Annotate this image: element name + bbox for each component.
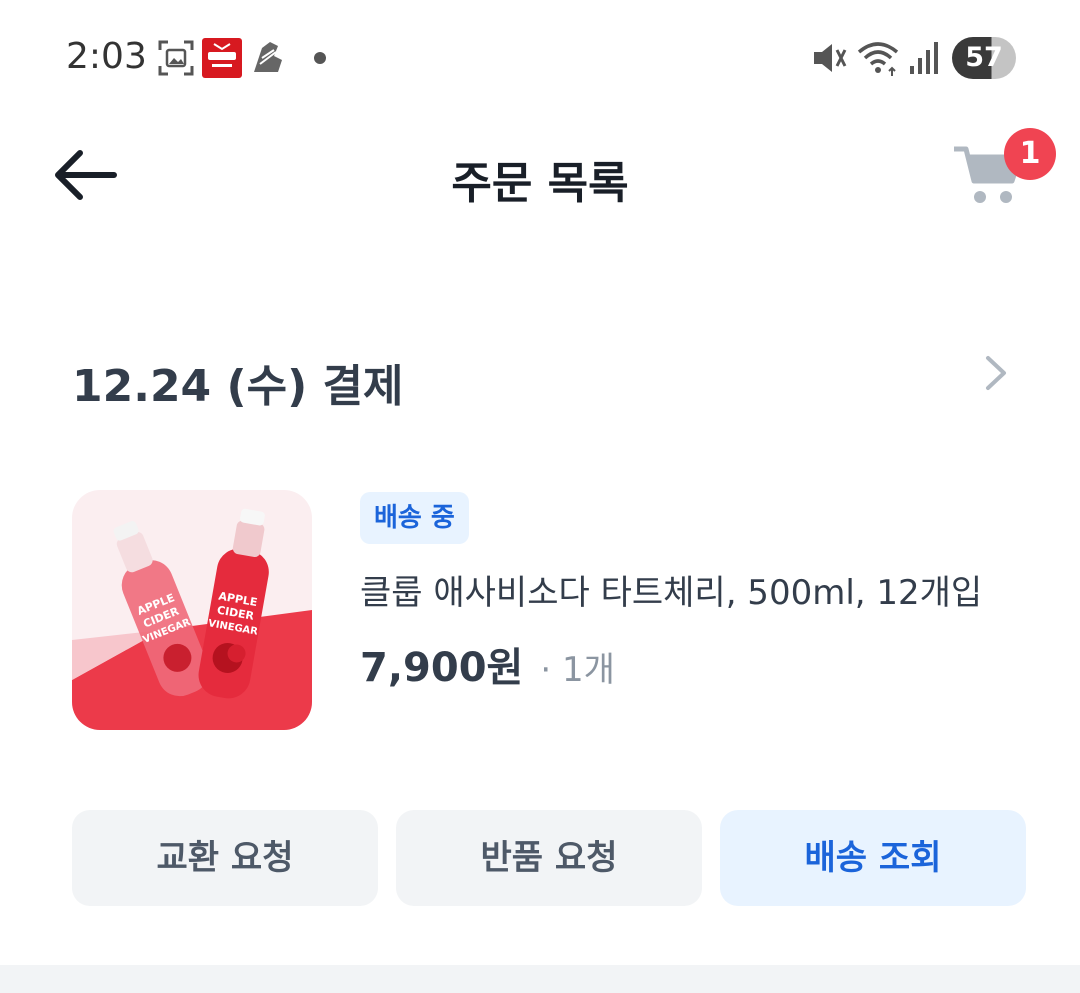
delivery-status-badge: 배송 중 <box>360 492 469 544</box>
chevron-right-icon <box>986 356 1006 390</box>
app-notification-icon <box>202 38 242 78</box>
status-time: 2:03 <box>66 36 147 77</box>
price-row: 7,900원 · 1개 <box>360 635 615 693</box>
order-list-screen: 2:03 57 주문 목록 1 12.24 (수) 결제 APPLE CIDER… <box>0 0 1080 993</box>
product-price: 7,900원 <box>360 645 524 691</box>
order-date: 12.24 (수) 결제 <box>72 361 404 412</box>
return-request-button[interactable]: 반품 요청 <box>396 810 702 906</box>
order-item[interactable]: APPLE CIDER VINEGAR APPLE CIDER VINEGAR <box>72 490 1022 732</box>
battery-icon: 57 <box>952 37 1016 79</box>
status-bar: 2:03 57 <box>0 0 1080 115</box>
wifi-icon <box>857 42 899 76</box>
track-delivery-button[interactable]: 배송 조회 <box>720 810 1026 906</box>
mute-icon <box>814 44 847 72</box>
order-actions: 교환 요청 반품 요청 배송 조회 <box>72 810 1028 906</box>
screenshot-icon <box>158 40 194 76</box>
shoe-icon <box>254 42 282 72</box>
product-name: 클룹 애사비소다 타트체리, 500ml, 12개입 <box>360 573 983 613</box>
product-image: APPLE CIDER VINEGAR APPLE CIDER VINEGAR <box>72 490 312 730</box>
page-title: 주문 목록 <box>451 158 629 209</box>
product-quantity: · 1개 <box>540 650 615 690</box>
app-header: 주문 목록 <box>0 115 1080 235</box>
cart-badge: 1 <box>1004 128 1056 180</box>
dot-icon <box>314 52 326 64</box>
section-divider <box>0 965 1080 993</box>
exchange-request-button[interactable]: 교환 요청 <box>72 810 378 906</box>
signal-icon <box>910 42 938 74</box>
order-detail-link[interactable]: 12.24 (수) 결제 <box>72 340 1012 412</box>
